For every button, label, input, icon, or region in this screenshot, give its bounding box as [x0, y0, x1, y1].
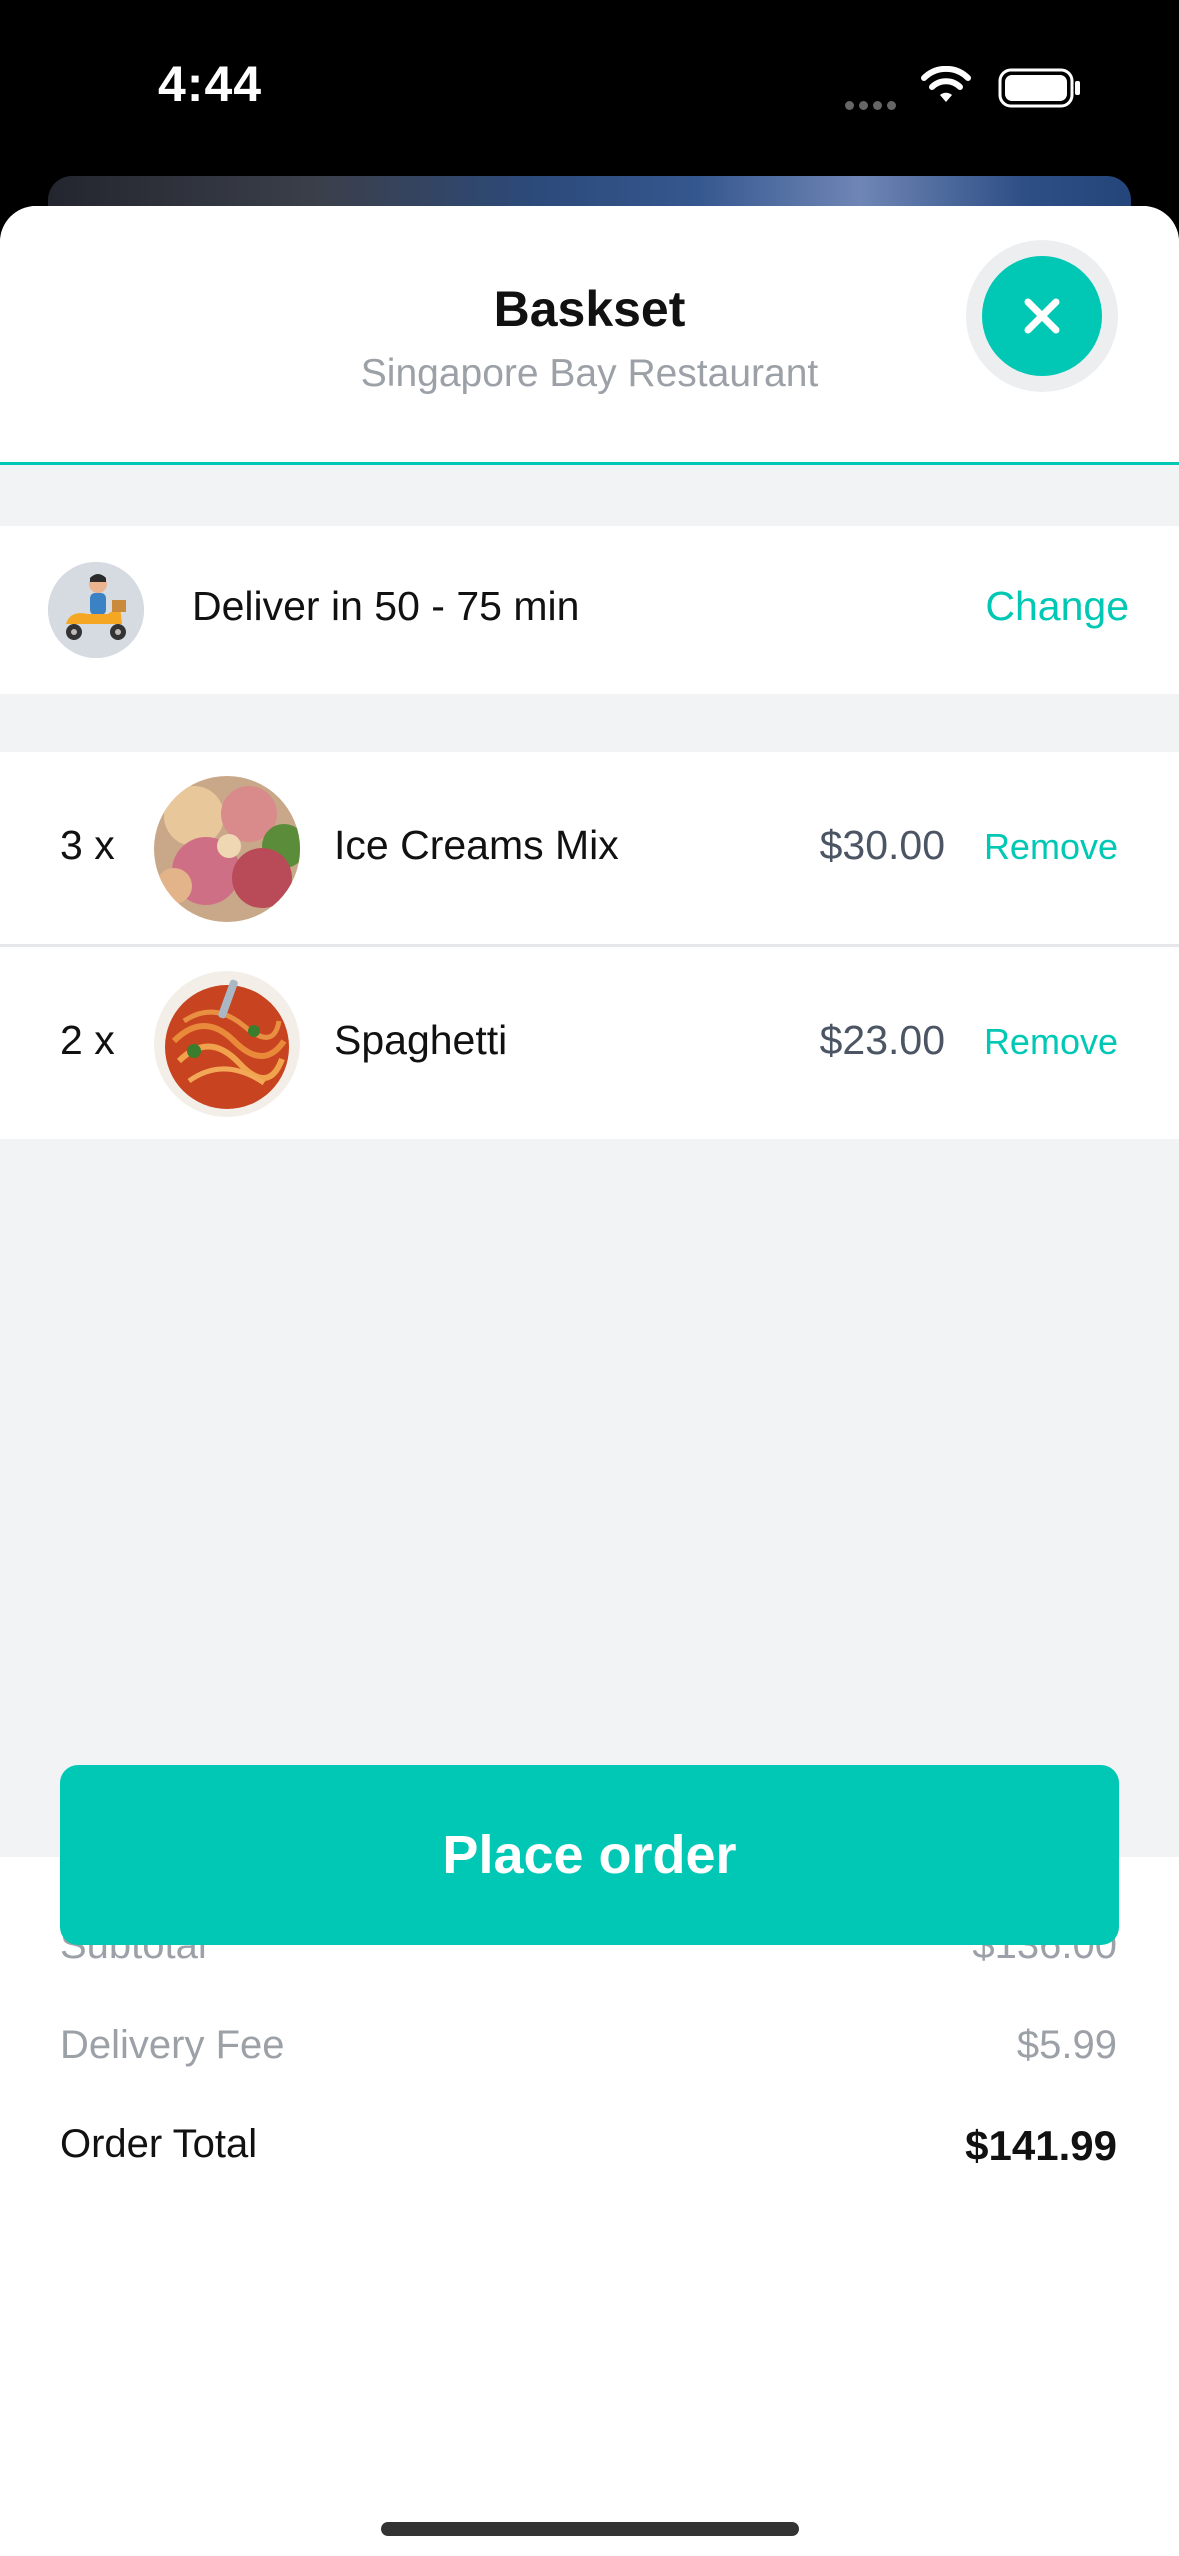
- basket-sheet: Baskset Singapore Bay Restaurant Deliver…: [0, 206, 1179, 2556]
- remove-item-button[interactable]: Remove: [984, 1021, 1118, 1063]
- close-icon: [1024, 298, 1060, 334]
- basket-items-list: 3 x Ice Creams Mix $30.00 Remove 2 x Spa…: [0, 752, 1179, 1139]
- delivery-time-row: Deliver in 50 - 75 min Change: [0, 526, 1179, 694]
- item-name: Spaghetti: [334, 1017, 508, 1063]
- item-name: Ice Creams Mix: [334, 822, 619, 868]
- sheet-header: Baskset Singapore Bay Restaurant: [0, 206, 1179, 465]
- spaghetti-photo: [154, 971, 300, 1117]
- remove-item-button[interactable]: Remove: [984, 826, 1118, 868]
- battery-icon: [998, 68, 1080, 108]
- delivery-fee-value: $5.99: [1016, 2023, 1117, 2067]
- wifi-icon: [921, 66, 971, 102]
- order-total-label: Order Total: [60, 2122, 258, 2166]
- close-button[interactable]: [982, 256, 1102, 376]
- status-time: 4:44: [158, 56, 263, 112]
- home-indicator: [381, 2522, 799, 2536]
- item-quantity: 3 x: [60, 822, 115, 868]
- ice-cream-photo: [154, 776, 300, 922]
- change-delivery-button[interactable]: Change: [985, 583, 1129, 630]
- cellular-signal-icon: [845, 97, 901, 115]
- list-item: 3 x Ice Creams Mix $30.00 Remove: [0, 752, 1179, 944]
- item-price: $30.00: [819, 822, 945, 868]
- order-total-value: $141.99: [965, 2122, 1117, 2169]
- delivery-fee-label: Delivery Fee: [60, 2023, 285, 2067]
- list-item: 2 x Spaghetti $23.00 Remove: [0, 944, 1179, 1139]
- delivery-scooter-icon: [48, 562, 144, 658]
- item-quantity: 2 x: [60, 1017, 115, 1063]
- status-bar: 4:44: [0, 0, 1179, 180]
- place-order-button[interactable]: Place order: [60, 1765, 1119, 1945]
- delivery-estimate: Deliver in 50 - 75 min: [192, 583, 580, 629]
- item-price: $23.00: [819, 1017, 945, 1063]
